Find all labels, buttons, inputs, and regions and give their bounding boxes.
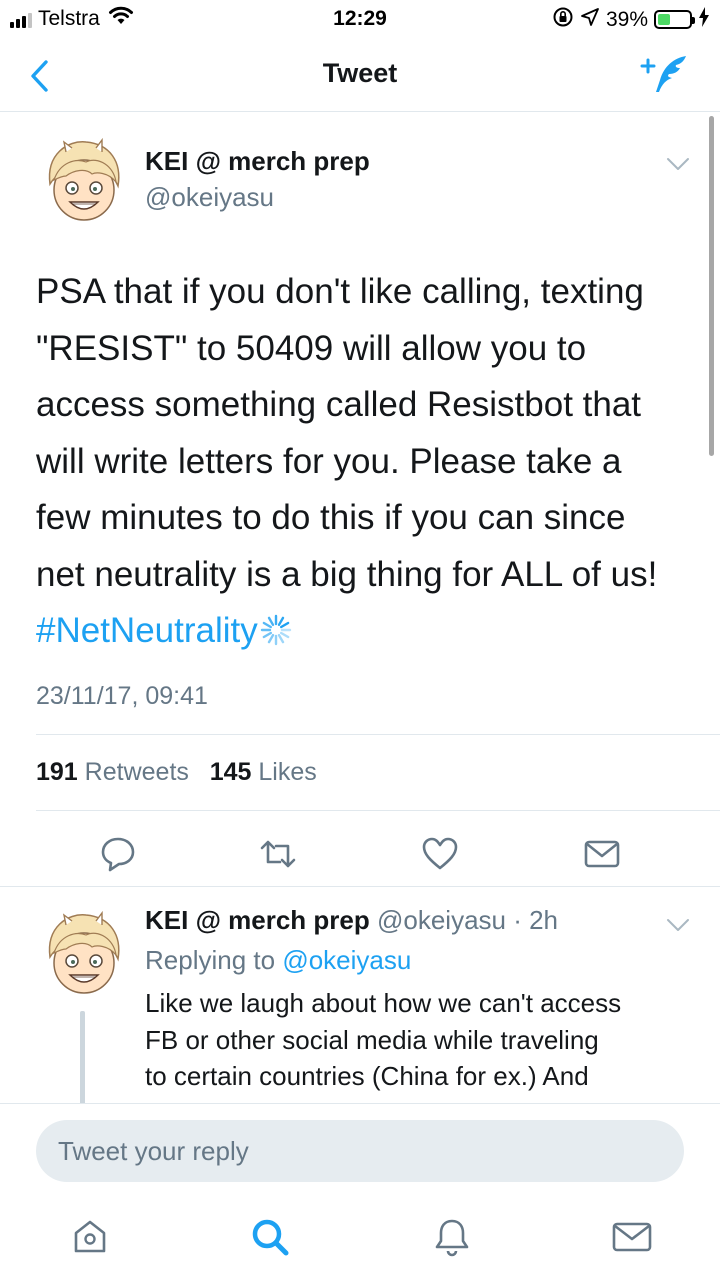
tab-messages[interactable] (610, 1215, 654, 1259)
status-bar: Telstra 12:29 39% (0, 0, 720, 38)
nav-bar: Tweet (0, 38, 720, 112)
likes-label[interactable]: Likes (258, 758, 316, 786)
reply-tweet[interactable]: KEI @ merch prep @okeiyasu · 2h Replying… (0, 887, 720, 1103)
search-icon (252, 1219, 289, 1256)
replying-to: Replying to @okeiyasu (145, 945, 411, 976)
likes-count[interactable]: 145 (210, 758, 252, 786)
reply-button[interactable] (98, 834, 138, 874)
tweet-text-line: "RESIST" to 50409 will allow you to (36, 328, 587, 368)
like-icon (422, 837, 458, 870)
avatar-illustration (36, 132, 132, 228)
reply-text: Like we laugh about how we can't access … (145, 985, 705, 1103)
user-handle[interactable]: @okeiyasu (145, 182, 274, 213)
replying-prefix: Replying to (145, 945, 276, 975)
display-name[interactable]: KEI @ merch prep (145, 146, 370, 177)
reply-icon (101, 837, 135, 872)
reply-text-line: Like we laugh about how we can't access (145, 988, 622, 1018)
spinner-ray (262, 631, 272, 639)
reply-text-line: how we like our internet fast, and and (145, 1095, 705, 1104)
chevron-down-icon[interactable] (666, 156, 690, 172)
tab-notifications[interactable] (430, 1215, 474, 1259)
spinner-ray (277, 616, 284, 627)
spinner-ray (277, 633, 284, 644)
spinner-ray (262, 621, 272, 629)
battery-percent: 39% (605, 7, 648, 31)
display-name[interactable]: KEI @ merch prep (145, 905, 370, 935)
spinner-ray (267, 616, 274, 627)
tab-search[interactable] (248, 1215, 292, 1259)
reply-text-line: to certain countries (China for ex.) And (145, 1061, 589, 1091)
tweet-timestamp: 23/11/17, 09:41 (36, 682, 208, 710)
hashtag-emoji-icon (260, 607, 292, 664)
reply-header: KEI @ merch prep @okeiyasu · 2h (145, 905, 558, 936)
avatar[interactable] (36, 132, 132, 228)
tweet-text-line: net neutrality is a big thing for ALL of… (36, 554, 658, 594)
reply-bar (0, 1103, 720, 1199)
reply-text-line: FB or other social media while traveling (145, 1024, 599, 1055)
charging-icon (698, 7, 710, 32)
direct-message-button[interactable] (582, 834, 622, 874)
tab-bar (0, 1199, 720, 1280)
direct-message-icon (584, 840, 620, 868)
hashtag-link[interactable]: #NetNeutrality (36, 611, 258, 650)
retweet-button[interactable] (258, 834, 298, 874)
mention-link[interactable]: @okeiyasu (282, 945, 411, 975)
thread-line (80, 1011, 85, 1103)
tab-home[interactable] (68, 1215, 112, 1259)
spinner-ray (267, 633, 274, 644)
divider (36, 810, 720, 811)
page-title: Tweet (322, 58, 398, 88)
tweet-text-line: few minutes to do this if you can since (36, 498, 626, 537)
home-icon (74, 1220, 106, 1253)
compose-tweet-button[interactable] (640, 52, 692, 100)
battery-icon (654, 10, 695, 29)
reply-meta: @okeiyasu · 2h (376, 905, 559, 935)
tweet-reply-input[interactable] (36, 1120, 684, 1182)
messages-icon (612, 1222, 652, 1252)
divider (36, 734, 720, 735)
rotation-lock-icon (552, 6, 574, 33)
tweet-text-line: access something called Resistbot that (36, 385, 642, 424)
tweet-text-line: will write letters for you. Please take … (36, 441, 622, 481)
hashtag-line: #NetNeutrality (36, 603, 696, 664)
chevron-down-icon[interactable] (666, 917, 690, 933)
avatar[interactable] (36, 905, 132, 1001)
retweets-count[interactable]: 191 (36, 758, 78, 786)
compose-tweet-icon (640, 56, 686, 92)
notifications-icon (435, 1219, 469, 1257)
retweet-icon (260, 840, 296, 868)
spinner-ray (279, 631, 290, 639)
tweet-text-line: PSA that if you don't like calling, text… (36, 272, 644, 311)
tweet-stats: 191 Retweets 145 Likes (36, 758, 317, 787)
retweets-label[interactable]: Retweets (85, 758, 189, 786)
battery-fill (658, 14, 670, 25)
like-button[interactable] (420, 834, 460, 874)
spinner-ray (279, 621, 290, 629)
scroll-indicator (709, 116, 714, 456)
avatar-illustration (36, 905, 132, 1001)
location-icon (580, 7, 600, 32)
tweet-text: PSA that if you don't like calling, text… (36, 264, 696, 664)
tweet-actions (0, 824, 720, 886)
